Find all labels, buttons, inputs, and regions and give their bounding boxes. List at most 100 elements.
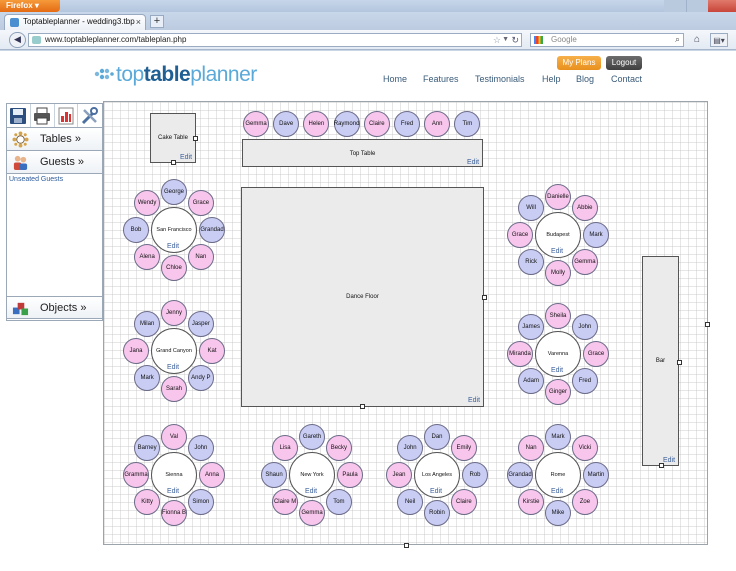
url-history-dropdown-icon[interactable]: ▼ [502, 34, 509, 46]
guest-seat[interactable]: Claire [363, 111, 390, 137]
guest-seat[interactable]: Andy P [187, 364, 214, 391]
search-icon[interactable]: ⌕ [675, 33, 680, 45]
back-button[interactable]: ◀ [9, 32, 26, 48]
search-engine-icon[interactable] [534, 36, 543, 44]
guest-seat[interactable]: Bob [123, 217, 149, 243]
guest-seat[interactable]: Molly [545, 260, 571, 286]
guest-seat[interactable]: Grace [187, 190, 214, 217]
guest-seat[interactable]: Kirstie [518, 488, 545, 515]
guest-seat[interactable]: Dave [273, 111, 300, 137]
guest-seat[interactable]: Gemma [571, 248, 598, 275]
guest-seat[interactable]: Anna [199, 462, 225, 488]
maximize-button[interactable] [686, 0, 708, 12]
minimize-button[interactable] [664, 0, 686, 12]
guest-seat[interactable]: Miranda [507, 341, 533, 367]
guests-section-header[interactable]: Guests » [7, 151, 102, 174]
guest-seat[interactable]: Adam [518, 367, 545, 394]
guest-seat[interactable]: Gareth [299, 424, 325, 450]
guest-seat[interactable]: Mike [545, 500, 571, 526]
round-table-edit-link[interactable]: Edit [551, 367, 563, 374]
guest-seat[interactable]: Mark [583, 222, 609, 248]
settings-tool[interactable] [78, 104, 102, 127]
print-tool[interactable] [31, 104, 55, 127]
guest-seat[interactable]: Jana [123, 338, 149, 364]
reload-icon[interactable]: ↻ [511, 34, 519, 46]
top-table-edit-link[interactable]: Edit [467, 159, 479, 166]
bar-resize-handle[interactable] [659, 463, 664, 468]
canvas-resize-handle-right[interactable] [705, 322, 710, 327]
round-table-edit-link[interactable]: Edit [167, 243, 179, 250]
tab-close-icon[interactable]: × [136, 15, 141, 29]
cake-table-edit-link[interactable]: Edit [180, 154, 192, 161]
guest-seat[interactable]: Sarah [161, 376, 187, 402]
round-table-edit-link[interactable]: Edit [167, 488, 179, 495]
guest-seat[interactable]: John [187, 435, 214, 462]
guest-seat[interactable]: Abbie [571, 195, 598, 222]
bookmarks-menu-button[interactable]: ▤▾ [710, 33, 728, 47]
browser-tab[interactable]: Toptableplanner - wedding3.tbp × [4, 14, 146, 30]
nav-blog[interactable]: Blog [576, 74, 594, 84]
guest-seat[interactable]: Jean [386, 462, 412, 488]
guest-seat[interactable]: Fred [394, 111, 420, 137]
dance-floor-resize-handle[interactable] [360, 404, 365, 409]
guest-seat[interactable]: John [571, 314, 598, 341]
guest-seat[interactable]: Shaun [261, 462, 287, 488]
new-tab-button[interactable]: + [150, 15, 164, 28]
cake-table-resize-handle[interactable] [193, 136, 198, 141]
dance-floor-resize-handle[interactable] [482, 295, 487, 300]
guest-seat[interactable]: Paula [337, 462, 363, 488]
guest-seat[interactable]: Gramma [123, 462, 149, 488]
home-icon[interactable]: ⌂ [690, 33, 704, 47]
url-bar[interactable]: www.toptableplanner.com/tableplan.php ☆ … [28, 33, 522, 47]
nav-home[interactable]: Home [383, 74, 407, 84]
tables-section-header[interactable]: Tables » [7, 128, 102, 151]
bookmark-star-icon[interactable]: ☆ [493, 34, 501, 46]
nav-features[interactable]: Features [423, 74, 459, 84]
round-table-edit-link[interactable]: Edit [430, 488, 442, 495]
canvas-resize-handle-bottom[interactable] [404, 543, 409, 548]
objects-section-header[interactable]: Objects » [6, 296, 103, 319]
my-plans-button[interactable]: My Plans [557, 56, 601, 70]
guest-seat[interactable]: Zoe [571, 488, 598, 515]
guest-seat[interactable]: Fionna B [161, 500, 187, 526]
guest-seat[interactable]: Kitty [134, 488, 161, 515]
logout-button[interactable]: Logout [606, 56, 642, 70]
guest-seat[interactable]: Emily [450, 435, 477, 462]
round-table-edit-link[interactable]: Edit [167, 364, 179, 371]
guest-seat[interactable]: Tom [325, 488, 352, 515]
guest-seat[interactable]: Jasper [187, 311, 214, 338]
guest-seat[interactable]: Ann [424, 111, 451, 137]
guest-seat[interactable]: Dan [424, 424, 450, 450]
guest-seat[interactable]: Rob [462, 462, 488, 488]
guest-seat[interactable]: Raymond [333, 111, 360, 137]
guest-seat[interactable]: Fred [571, 367, 598, 394]
guest-seat[interactable]: Kat [199, 338, 225, 364]
guest-seat[interactable]: Grace [583, 341, 609, 367]
round-table-edit-link[interactable]: Edit [551, 488, 563, 495]
guest-seat[interactable]: Mark [134, 364, 161, 391]
nav-help[interactable]: Help [542, 74, 561, 84]
cake-table-resize-handle[interactable] [171, 160, 176, 165]
guest-seat[interactable]: Sheila [545, 303, 571, 329]
guest-seat[interactable]: Simon [187, 488, 214, 515]
guest-seat[interactable]: Becky [325, 435, 352, 462]
guest-seat[interactable]: George [161, 179, 187, 205]
guest-seat[interactable]: Jenny [161, 300, 187, 326]
guest-seat[interactable]: Grace [507, 222, 533, 248]
guest-seat[interactable]: Ginger [545, 379, 571, 405]
guest-seat[interactable]: Martin [583, 462, 609, 488]
guest-seat[interactable]: Claire [450, 488, 477, 515]
guest-seat[interactable]: Vicki [571, 435, 598, 462]
round-table-edit-link[interactable]: Edit [551, 248, 563, 255]
guest-seat[interactable]: Claire M [272, 488, 299, 515]
bar-resize-handle[interactable] [677, 360, 682, 365]
round-table-edit-link[interactable]: Edit [305, 488, 317, 495]
guest-seat[interactable]: Alena [134, 243, 161, 270]
guest-seat[interactable]: Danielle [545, 184, 571, 210]
firefox-menu-button[interactable]: Firefox ▾ [0, 0, 60, 12]
guest-seat[interactable]: Gemma [243, 111, 269, 137]
search-bar[interactable]: Google ⌕ [530, 33, 684, 47]
nav-contact[interactable]: Contact [611, 74, 642, 84]
report-tool[interactable] [55, 104, 79, 127]
guest-seat[interactable]: Mark [545, 424, 571, 450]
